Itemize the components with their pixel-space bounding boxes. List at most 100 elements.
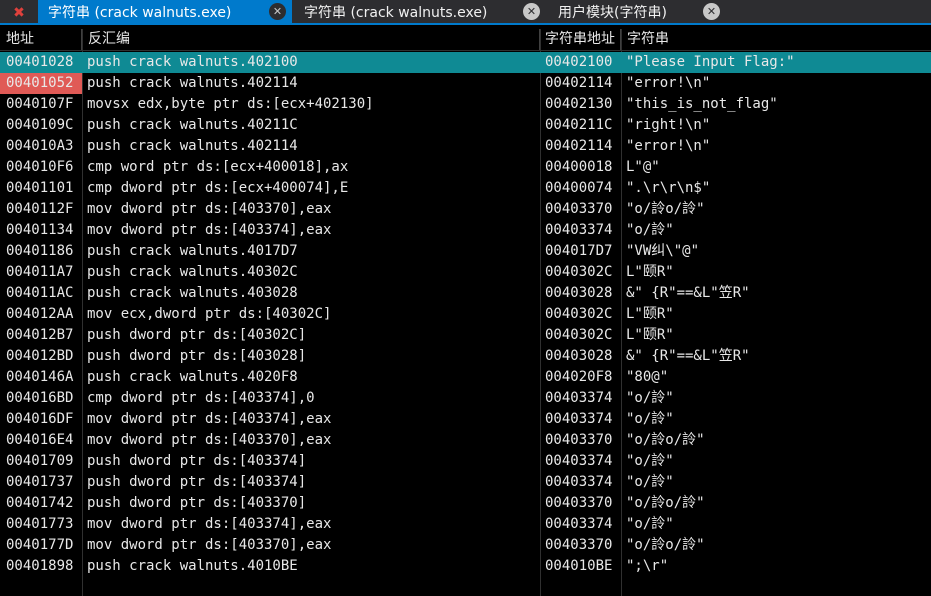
table-row[interactable]: 004012BD push dword ptr ds:[403028] 004030… (0, 346, 931, 367)
disasm-cell: push crack walnuts.403028 (87, 285, 298, 301)
column-header-disasm[interactable]: 反汇编 (82, 29, 540, 50)
column-header-string-address[interactable]: 字符串地址 (540, 29, 621, 50)
string-address-cell: 00400074 (545, 180, 613, 196)
disasm-cell: mov ecx,dword ptr ds:[40302C] (87, 306, 332, 322)
table-row[interactable]: 004010A3 push crack walnuts.402114 0040211… (0, 136, 931, 157)
table-row[interactable]: 004012AA mov ecx,dword ptr ds:[40302C] 004… (0, 304, 931, 325)
string-address-cell: 00403374 (545, 516, 613, 532)
strings-table: 00401028 push crack walnuts.402100 0040210… (0, 52, 931, 596)
table-row[interactable]: 00401186 push crack walnuts.4017D7 004017D… (0, 241, 931, 262)
table-row[interactable]: 00401737 push dword ptr ds:[403374] 004033… (0, 472, 931, 493)
address-cell: 0040112F (6, 201, 74, 217)
column-header-string[interactable]: 字符串 (621, 29, 931, 50)
string-cell: "o/詅o/詅" (626, 201, 705, 217)
address-cell: 00401186 (6, 243, 74, 259)
address-cell: 00401101 (6, 180, 74, 196)
string-cell: L"颐R" (626, 264, 674, 280)
table-row[interactable]: 00401773 mov dword ptr ds:[403374],eax 004… (0, 514, 931, 535)
string-cell: L"@" (626, 159, 660, 175)
disasm-cell: push crack walnuts.402100 (87, 54, 298, 70)
string-cell: ";\r" (626, 558, 669, 574)
table-row[interactable]: 0040146A push crack walnuts.4020F8 004020F… (0, 367, 931, 388)
string-cell: &" {R"==&L"笠R" (626, 285, 750, 301)
address-cell: 004011A7 (6, 264, 74, 280)
string-address-cell: 004017D7 (545, 243, 613, 259)
table-row[interactable]: 00401134 mov dword ptr ds:[403374],eax 004… (0, 220, 931, 241)
string-cell: "o/詅" (626, 390, 674, 406)
table-row[interactable]: 0040107F movsx edx,byte ptr ds:[ecx+40213… (0, 94, 931, 115)
string-cell: "Please Input Flag:" (626, 54, 795, 70)
string-address-cell: 004010BE (545, 558, 613, 574)
table-row[interactable]: 00401709 push dword ptr ds:[403374] 004033… (0, 451, 931, 472)
tab-label: 字符串 (crack walnuts.exe) (48, 4, 232, 21)
table-row[interactable]: 00401028 push crack walnuts.402100 0040210… (0, 52, 931, 73)
tab-strings-1[interactable]: 字符串 (crack walnuts.exe) ✕ (38, 0, 292, 23)
address-cell: 0040107F (6, 96, 74, 112)
disasm-cell: push dword ptr ds:[403374] (87, 453, 307, 469)
disasm-cell: push crack walnuts.4020F8 (87, 369, 298, 385)
tab-close-icon[interactable]: ✕ (269, 3, 286, 20)
string-cell: ".\r\r\n$" (626, 180, 711, 196)
table-row[interactable]: 004011A7 push crack walnuts.40302C 0040302… (0, 262, 931, 283)
string-cell: L"颐R" (626, 327, 674, 343)
address-cell: 004016DF (6, 411, 74, 427)
string-address-cell: 0040302C (545, 264, 613, 280)
column-header-address[interactable]: 地址 (0, 29, 82, 50)
address-cell: 00401773 (6, 516, 74, 532)
string-address-cell: 00403374 (545, 474, 613, 490)
table-row[interactable]: 004016E4 mov dword ptr ds:[403370],eax 004… (0, 430, 931, 451)
tab-label: 用户模块(字符串) (558, 4, 667, 21)
tab-user-modules-strings[interactable]: 用户模块(字符串) ✕ (548, 0, 726, 23)
address-cell: 00401028 (6, 54, 74, 70)
address-cell: 004010F6 (6, 159, 74, 175)
address-cell: 004011AC (6, 285, 74, 301)
disasm-cell: cmp dword ptr ds:[ecx+400074],E (87, 180, 349, 196)
table-row[interactable]: 0040109C push crack walnuts.40211C 0040211… (0, 115, 931, 136)
address-cell: 004012B7 (6, 327, 74, 343)
string-address-cell: 00403374 (545, 411, 613, 427)
string-address-cell: 00403028 (545, 348, 613, 364)
table-row[interactable]: 004012B7 push dword ptr ds:[40302C] 004030… (0, 325, 931, 346)
table-row[interactable]: 004011AC push crack walnuts.403028 0040302… (0, 283, 931, 304)
address-cell: 00401052 (6, 75, 74, 91)
string-cell: "80@" (626, 369, 669, 385)
address-cell: 00401737 (6, 474, 74, 490)
disasm-cell: mov dword ptr ds:[403374],eax (87, 411, 332, 427)
table-row[interactable]: 004010F6 cmp word ptr ds:[ecx+400018],ax 0… (0, 157, 931, 178)
string-address-cell: 00402130 (545, 96, 613, 112)
close-all-tabs-button[interactable]: ✖ (0, 0, 38, 25)
table-row[interactable]: 00401101 cmp dword ptr ds:[ecx+400074],E 0… (0, 178, 931, 199)
tab-close-icon[interactable]: ✕ (703, 3, 720, 20)
disasm-cell: push dword ptr ds:[40302C] (87, 327, 307, 343)
string-cell: "o/詅" (626, 516, 674, 532)
disasm-cell: push crack walnuts.402114 (87, 75, 298, 91)
table-row[interactable]: 004016DF mov dword ptr ds:[403374],eax 004… (0, 409, 931, 430)
tab-bar: ✖ 字符串 (crack walnuts.exe) ✕ 字符串 (crack w… (0, 0, 931, 25)
string-cell: "o/詅" (626, 453, 674, 469)
address-cell: 004010A3 (6, 138, 74, 154)
string-cell: "o/詅o/詅" (626, 537, 705, 553)
disasm-cell: push crack walnuts.4017D7 (87, 243, 298, 259)
table-row[interactable]: 00401052 push crack walnuts.402114 0040211… (0, 73, 931, 94)
string-address-cell: 00403370 (545, 432, 613, 448)
table-row[interactable]: 00401742 push dword ptr ds:[403370] 004033… (0, 493, 931, 514)
string-address-cell: 00403370 (545, 537, 613, 553)
string-address-cell: 00403374 (545, 222, 613, 238)
tab-strings-2[interactable]: 字符串 (crack walnuts.exe) ✕ (294, 0, 546, 23)
address-cell: 00401898 (6, 558, 74, 574)
disasm-cell: push dword ptr ds:[403374] (87, 474, 307, 490)
string-cell: &" {R"==&L"笠R" (626, 348, 750, 364)
table-row[interactable]: 0040177D mov dword ptr ds:[403370],eax 004… (0, 535, 931, 556)
string-address-cell: 00402100 (545, 54, 613, 70)
tab-close-icon[interactable]: ✕ (523, 3, 540, 20)
disasm-cell: mov dword ptr ds:[403374],eax (87, 516, 332, 532)
address-cell: 0040177D (6, 537, 74, 553)
string-cell: "error!\n" (626, 138, 711, 154)
disasm-cell: push crack walnuts.402114 (87, 138, 298, 154)
address-cell: 00401709 (6, 453, 74, 469)
string-address-cell: 0040302C (545, 327, 613, 343)
string-cell: "right!\n" (626, 117, 711, 133)
table-row[interactable]: 00401898 push crack walnuts.4010BE 004010B… (0, 556, 931, 577)
table-row[interactable]: 0040112F mov dword ptr ds:[403370],eax 004… (0, 199, 931, 220)
table-row[interactable]: 004016BD cmp dword ptr ds:[403374],0 00403… (0, 388, 931, 409)
